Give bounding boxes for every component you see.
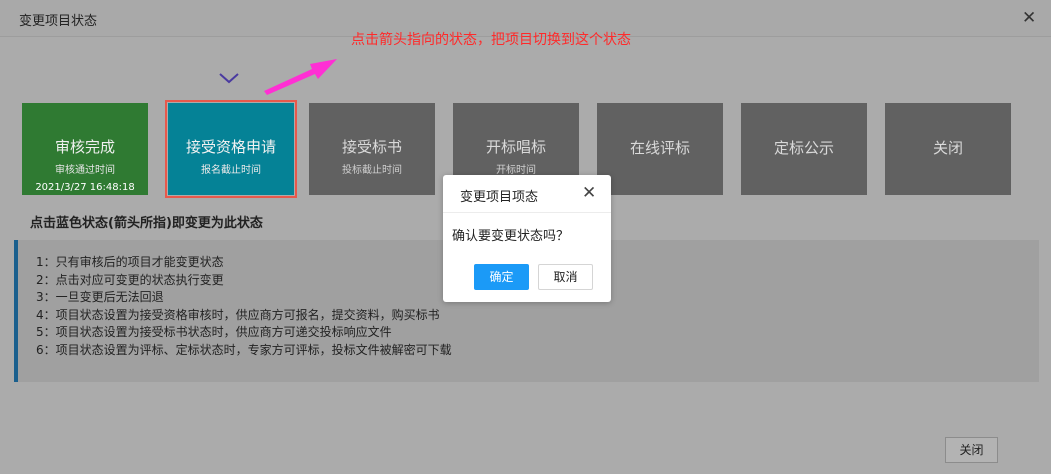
- instruction-hint: 点击箭头指向的状态，把项目切换到这个状态: [351, 32, 631, 48]
- status-title: 审核完成: [54, 138, 115, 156]
- status-title: 在线评标: [629, 139, 690, 157]
- status-card-award-notice[interactable]: 定标公示: [741, 103, 867, 195]
- list-item: 1：只有审核后的项目才能变更状态: [36, 255, 224, 269]
- modal-message: 确认要变更状态吗？: [452, 229, 570, 244]
- list-item: 5：项目状态设置为接受标书状态时，供应商方可递交投标响应文件: [36, 325, 392, 339]
- close-icon[interactable]: ✕: [582, 183, 596, 203]
- cancel-button[interactable]: 取消: [538, 264, 593, 290]
- modal-title: 变更项目项态: [460, 190, 539, 205]
- section-title: 点击蓝色状态(箭头所指)即变更为此状态: [30, 216, 263, 231]
- notes-list: 1：只有审核后的项目才能变更状态 2：点击对应可变更的状态执行变更 3：一旦变更…: [36, 254, 452, 359]
- status-time: 2021/3/27 16:48:18: [35, 182, 135, 193]
- list-item: 6：项目状态设置为评标、定标状态时，专家方可评标，投标文件被解密可下载: [36, 342, 452, 357]
- modal-header: 变更项目项态 ✕: [443, 175, 611, 213]
- arrow-icon: [264, 59, 337, 95]
- status-card-review-complete[interactable]: 审核完成 审核通过时间 2021/3/27 16:48:18: [22, 103, 148, 195]
- status-card-accept-qualification[interactable]: 接受资格申请 报名截止时间: [165, 100, 297, 198]
- list-item: 3：一旦变更后无法回退: [36, 290, 164, 304]
- status-subtitle: 开标时间: [496, 165, 536, 176]
- status-title: 接受标书: [341, 138, 402, 156]
- list-item: 4：项目状态设置为接受资格审核时，供应商方可报名，提交资料，购买标书: [36, 307, 440, 322]
- chevron-down-icon: [219, 73, 239, 84]
- status-card-online-evaluation[interactable]: 在线评标: [597, 103, 723, 195]
- status-subtitle: 报名截止时间: [201, 165, 261, 176]
- confirm-button[interactable]: 确定: [474, 264, 529, 290]
- status-title: 关闭: [932, 139, 963, 157]
- status-subtitle: 审核通过时间: [55, 165, 115, 176]
- status-card-close[interactable]: 关闭: [885, 103, 1011, 195]
- confirm-modal: 变更项目项态 ✕ 确认要变更状态吗？ 确定 取消: [443, 175, 611, 302]
- status-title: 接受资格申请: [185, 138, 276, 156]
- list-item: 2：点击对应可变更的状态执行变更: [36, 272, 224, 287]
- status-card-accept-bids[interactable]: 接受标书 投标截止时间: [309, 103, 435, 195]
- status-title: 定标公示: [773, 139, 834, 157]
- footer-close-button[interactable]: 关闭: [945, 437, 998, 463]
- status-subtitle: 投标截止时间: [342, 165, 402, 176]
- dialog-title: 变更项目状态: [19, 14, 98, 29]
- close-icon[interactable]: ✕: [1022, 8, 1036, 28]
- status-title: 开标唱标: [485, 138, 546, 156]
